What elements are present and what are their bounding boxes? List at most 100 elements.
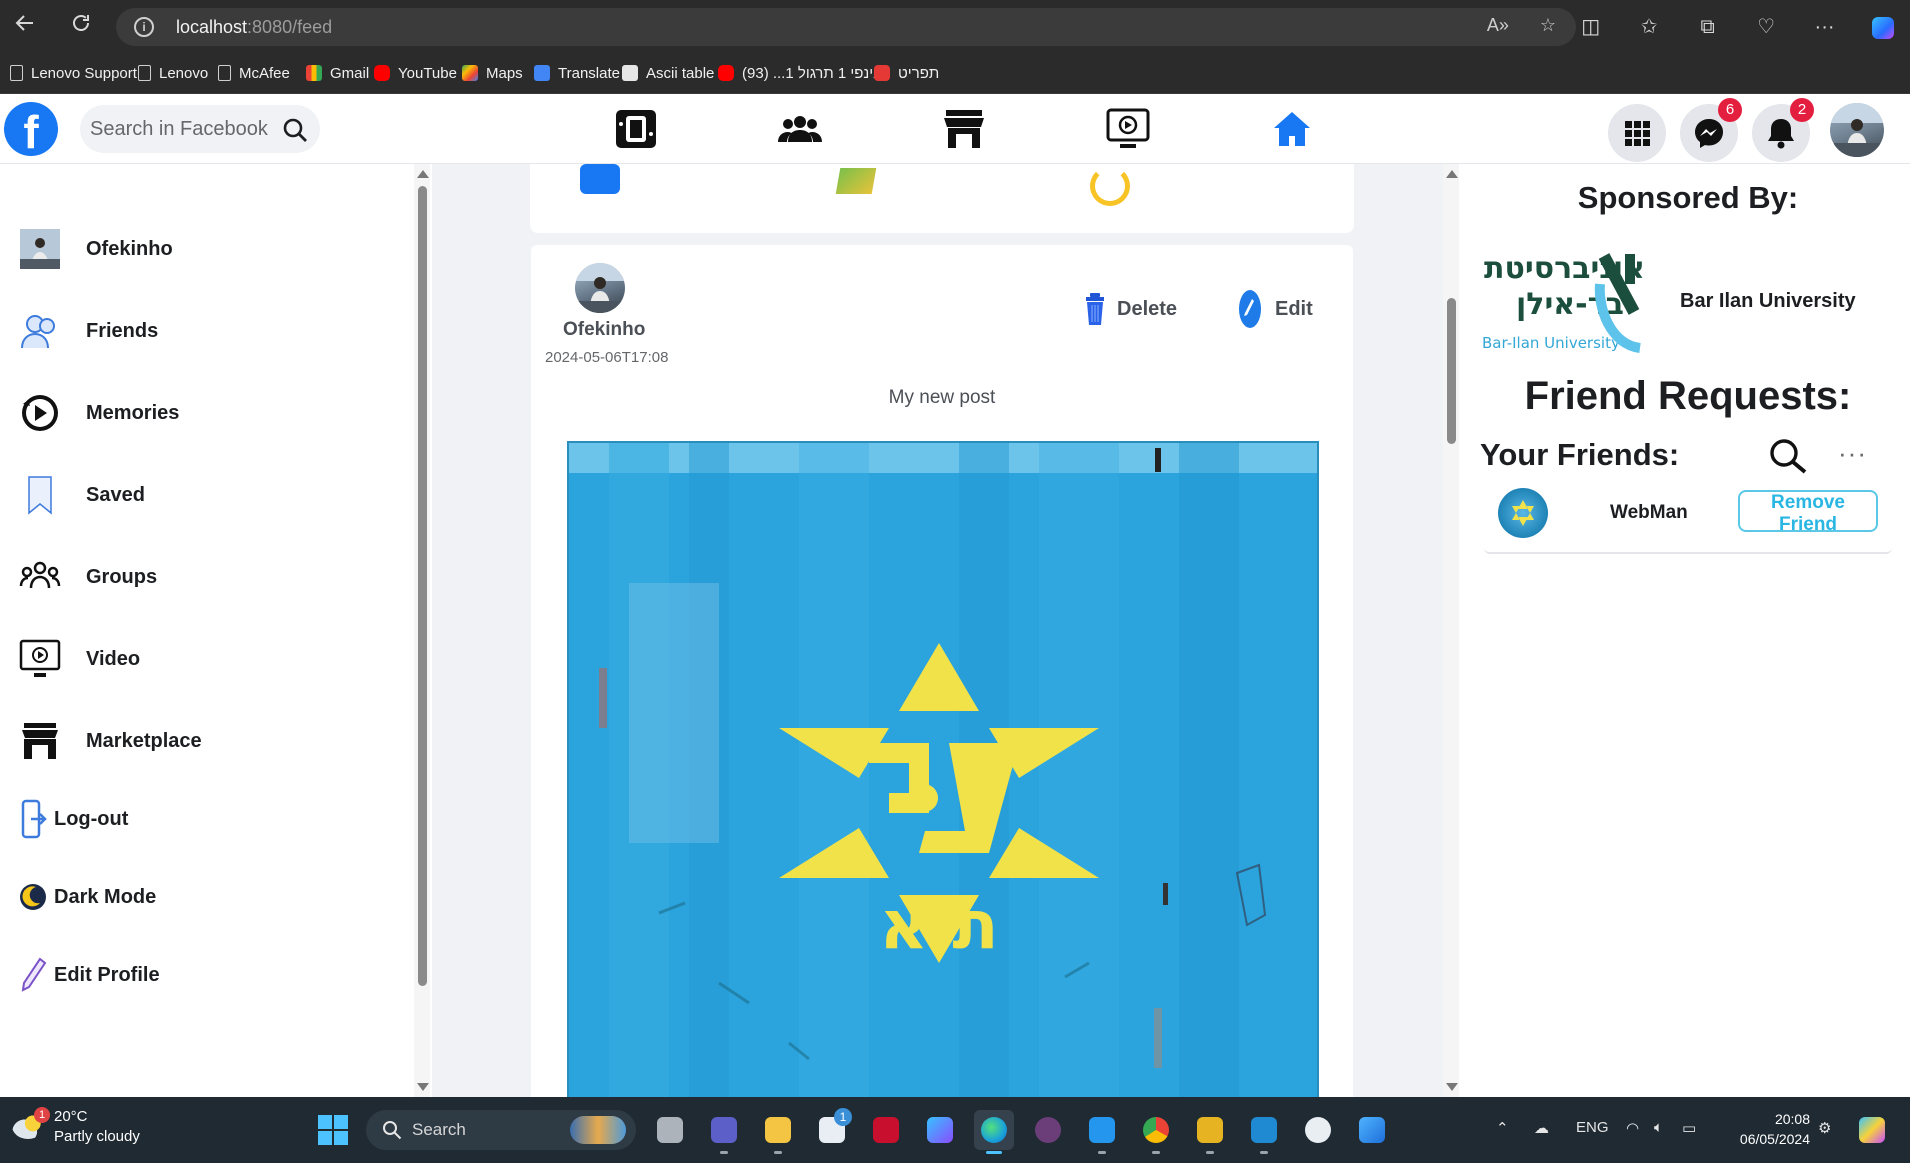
sidebar-item-logout[interactable]: Log-out — [18, 794, 128, 844]
delete-post-button[interactable]: Delete — [1085, 289, 1177, 329]
bookmark-maps[interactable]: Maps — [462, 63, 523, 85]
feeling-icon[interactable] — [1090, 166, 1130, 206]
windows-taskbar: 1 20°C Partly cloudy Search 1 ⌃ ☁ ENG ◠ 🔈… — [0, 1097, 1910, 1163]
docker-app[interactable] — [1082, 1110, 1122, 1154]
photos-app[interactable] — [1352, 1110, 1392, 1150]
copilot-app[interactable] — [920, 1110, 960, 1150]
search-icon[interactable] — [1766, 436, 1810, 476]
video-icon — [18, 637, 62, 681]
split-screen-icon[interactable]: ◫ — [1564, 10, 1618, 44]
sidebar-item-groups[interactable]: Groups — [18, 552, 157, 602]
scroll-up-arrow[interactable] — [417, 170, 429, 178]
wifi-icon[interactable]: ◠ — [1626, 1119, 1639, 1137]
scrollbar-thumb[interactable] — [418, 186, 427, 986]
messenger-button[interactable]: 6 — [1680, 98, 1742, 162]
nav-gaming[interactable] — [610, 104, 662, 154]
bookmarks-bar: Lenovo Support Lenovo McAfee Gmail YouTu… — [0, 54, 1910, 94]
app-launcher[interactable] — [1298, 1110, 1338, 1150]
cloud-sync-icon[interactable]: ☁ — [1534, 1119, 1549, 1137]
scroll-up-arrow[interactable] — [1446, 170, 1458, 178]
taskbar-search[interactable]: Search — [366, 1110, 636, 1150]
more-menu-icon[interactable]: ··· — [1798, 10, 1852, 44]
mcafee-app[interactable] — [866, 1110, 906, 1150]
scroll-down-arrow[interactable] — [417, 1083, 429, 1091]
store-app[interactable]: 1 — [812, 1108, 852, 1150]
bookmark-lenovo-support[interactable]: Lenovo Support — [10, 63, 137, 85]
bookmark-translate[interactable]: Translate — [534, 63, 620, 85]
sidebar-item-video[interactable]: Video — [18, 634, 140, 684]
file-explorer-app[interactable] — [758, 1110, 798, 1154]
search-box — [80, 105, 320, 153]
sidebar-item-friends[interactable]: Friends — [18, 306, 158, 356]
sidebar-item-edit-profile[interactable]: Edit Profile — [18, 950, 160, 1000]
chrome-app[interactable] — [1136, 1110, 1176, 1154]
facebook-logo[interactable]: f — [4, 102, 58, 156]
bookmark-gmail[interactable]: Gmail — [306, 63, 369, 85]
teams-app[interactable] — [704, 1110, 744, 1154]
clock[interactable]: 20:08 06/05/2024 — [1728, 1109, 1810, 1149]
network-app[interactable] — [1190, 1110, 1230, 1154]
nav-home[interactable] — [1266, 104, 1318, 154]
read-aloud-icon[interactable]: A» — [1487, 15, 1509, 35]
back-button[interactable] — [8, 10, 42, 44]
pdf-icon — [874, 65, 890, 81]
nav-watch[interactable] — [1102, 104, 1154, 154]
volume-muted-icon[interactable]: 🔈︎ — [1654, 1119, 1663, 1136]
media-app[interactable] — [1028, 1110, 1068, 1150]
url-path: :8080/feed — [247, 17, 333, 37]
notifications-button[interactable]: 2 — [1752, 98, 1814, 162]
settings-gear-icon[interactable]: ⚙ — [1818, 1119, 1831, 1137]
copilot-tray[interactable] — [1852, 1110, 1892, 1150]
edit-post-button[interactable]: Edit — [1237, 289, 1313, 329]
vscode-app[interactable] — [1244, 1110, 1284, 1154]
bookmark-mcafee[interactable]: McAfee — [218, 63, 290, 85]
bookmark-youtube-infi[interactable]: אינפי 1 תרגול 1... (93) — [718, 63, 883, 85]
account-avatar[interactable] — [1830, 103, 1884, 157]
more-options-icon[interactable]: ··· — [1838, 438, 1867, 469]
friend-avatar[interactable] — [1498, 488, 1548, 538]
post-image[interactable]: ת א — [567, 441, 1319, 1097]
address-bar[interactable]: i localhost:8080/feed A» ☆ — [116, 8, 1576, 46]
favorites-icon[interactable]: ✩ — [1622, 10, 1676, 44]
top-navbar: f Search in Facebook 6 2 — [0, 94, 1910, 164]
language-indicator[interactable]: ENG — [1576, 1119, 1609, 1136]
menu-button[interactable] — [1608, 104, 1666, 162]
sidebar-item-dark-mode[interactable]: Dark Mode — [18, 872, 156, 922]
scroll-down-arrow[interactable] — [1446, 1083, 1458, 1091]
photo-icon[interactable] — [835, 168, 877, 194]
collections-icon[interactable]: ⧉ — [1681, 10, 1735, 44]
search-icon[interactable] — [282, 117, 308, 143]
sidebar-item-memories[interactable]: Memories — [18, 388, 179, 438]
nav-marketplace[interactable] — [938, 104, 990, 154]
nav-groups[interactable] — [774, 104, 826, 154]
friend-name[interactable]: WebMan — [1610, 502, 1688, 524]
site-info-icon[interactable]: i — [134, 17, 154, 37]
feed-scrollbar[interactable] — [1443, 164, 1459, 1097]
bookmark-menu-pdf[interactable]: תפריט — [874, 63, 939, 85]
search-input[interactable] — [90, 115, 280, 143]
copilot-icon[interactable] — [1856, 10, 1910, 44]
reload-button[interactable] — [64, 10, 98, 44]
bookmark-ascii-table[interactable]: Ascii table — [622, 63, 714, 85]
post-author-name[interactable]: Ofekinho — [563, 319, 645, 341]
start-button[interactable] — [318, 1115, 348, 1145]
bar-ilan-logo[interactable]: אוניברסיטת בר-אילן Bar-Ilan University — [1480, 234, 1658, 360]
bookmark-lenovo[interactable]: Lenovo — [138, 63, 208, 85]
sidebar-scrollbar[interactable] — [414, 164, 430, 1097]
favorite-star-icon[interactable]: ☆ — [1540, 15, 1556, 35]
sponsor-name[interactable]: Bar Ilan University — [1680, 290, 1856, 313]
post-author-avatar[interactable] — [575, 263, 625, 313]
sidebar-item-marketplace[interactable]: Marketplace — [18, 716, 202, 766]
live-video-icon[interactable] — [580, 164, 620, 194]
browser-essentials-icon[interactable]: ♡ — [1739, 10, 1793, 44]
sidebar-item-saved[interactable]: Saved — [18, 470, 145, 520]
edge-app[interactable] — [974, 1110, 1014, 1154]
bookmark-youtube[interactable]: YouTube — [374, 63, 457, 85]
show-hidden-icons[interactable]: ⌃ — [1496, 1119, 1509, 1137]
task-view-button[interactable] — [650, 1110, 690, 1150]
url-text[interactable]: localhost:8080/feed — [176, 17, 332, 38]
battery-icon[interactable]: ▭ — [1682, 1119, 1696, 1137]
sidebar-item-profile[interactable]: Ofekinho — [18, 224, 173, 274]
remove-friend-button[interactable]: Remove Friend — [1738, 490, 1878, 535]
scrollbar-thumb[interactable] — [1447, 298, 1456, 444]
